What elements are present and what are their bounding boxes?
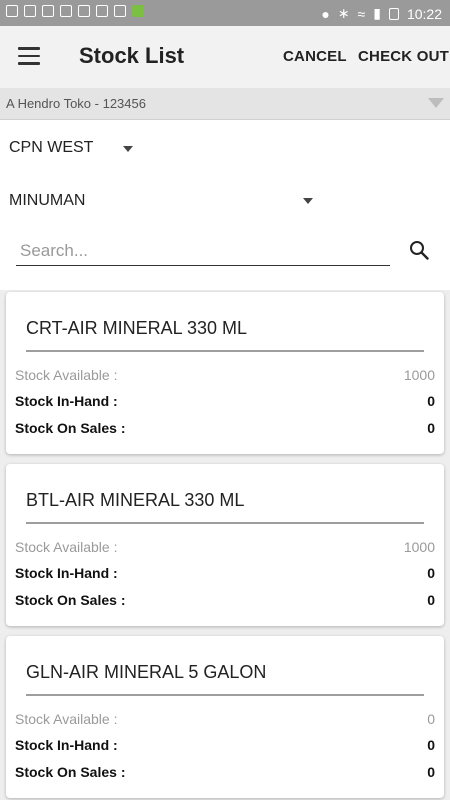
stock-available-value: 1000 bbox=[403, 539, 435, 555]
product-name: CRT-AIR MINERAL 330 ML bbox=[26, 318, 248, 338]
signal-icon: ▮ bbox=[373, 5, 381, 21]
notification-icons bbox=[6, 5, 144, 17]
app-notification-icon bbox=[132, 5, 144, 17]
divider bbox=[26, 694, 424, 696]
divider bbox=[26, 522, 424, 524]
region-dropdown[interactable]: CPN WEST bbox=[9, 139, 93, 157]
search-icon[interactable] bbox=[409, 240, 429, 260]
stock-in-hand-value: 0 bbox=[427, 737, 435, 753]
notification-icon bbox=[96, 5, 108, 17]
bluetooth-icon: ∗ bbox=[337, 5, 350, 21]
wifi-icon: ≈ bbox=[357, 5, 366, 22]
stock-on-sales-value: 0 bbox=[427, 592, 435, 608]
status-bar: ● ∗ ≈ ▮ 10:22 bbox=[0, 0, 450, 26]
stock-available-value: 0 bbox=[427, 711, 435, 727]
stock-in-hand-label: Stock In-Hand : bbox=[15, 393, 118, 409]
stock-on-sales-value: 0 bbox=[427, 420, 435, 436]
stock-in-hand-value: 0 bbox=[427, 565, 435, 581]
chevron-down-icon[interactable] bbox=[303, 198, 313, 204]
product-name: BTL-AIR MINERAL 330 ML bbox=[26, 490, 245, 510]
stock-in-hand-label: Stock In-Hand : bbox=[15, 737, 118, 753]
filter-panel: CPN WEST MINUMAN bbox=[0, 120, 450, 290]
notification-icon bbox=[60, 5, 72, 17]
area-dropdown[interactable]: MINUMAN bbox=[9, 192, 85, 210]
store-name: A Hendro Toko - 123456 bbox=[6, 96, 146, 111]
stock-on-sales-label: Stock On Sales : bbox=[15, 592, 126, 608]
app-bar: Stock List CANCEL CHECK OUT bbox=[0, 26, 450, 88]
stock-in-hand-value: 0 bbox=[427, 393, 435, 409]
notification-icon bbox=[42, 5, 54, 17]
divider bbox=[26, 350, 424, 352]
chevron-down-icon[interactable] bbox=[123, 146, 133, 152]
product-card[interactable]: CRT-AIR MINERAL 330 ML Stock Available :… bbox=[6, 292, 444, 454]
stock-in-hand-label: Stock In-Hand : bbox=[15, 565, 118, 581]
status-time: 10:22 bbox=[406, 5, 442, 22]
store-selector[interactable]: A Hendro Toko - 123456 bbox=[0, 88, 450, 120]
system-status: ● ∗ ≈ ▮ 10:22 bbox=[321, 5, 442, 22]
location-icon: ● bbox=[321, 5, 330, 22]
triangle-down-icon[interactable] bbox=[428, 98, 444, 108]
stock-on-sales-value: 0 bbox=[427, 764, 435, 780]
cancel-button[interactable]: CANCEL bbox=[283, 48, 347, 65]
stock-available-label: Stock Available : bbox=[15, 367, 118, 383]
product-card[interactable]: GLN-AIR MINERAL 5 GALON Stock Available … bbox=[6, 636, 444, 798]
notification-icon bbox=[24, 5, 36, 17]
check-out-button[interactable]: CHECK OUT bbox=[358, 48, 449, 65]
notification-icon bbox=[6, 5, 18, 17]
stock-available-value: 1000 bbox=[403, 367, 435, 383]
page-title: Stock List bbox=[79, 43, 185, 68]
search-input[interactable] bbox=[16, 236, 390, 266]
battery-icon bbox=[388, 7, 399, 20]
stock-available-label: Stock Available : bbox=[15, 711, 118, 727]
menu-icon[interactable] bbox=[18, 47, 40, 65]
notification-icon bbox=[114, 5, 126, 17]
stock-on-sales-label: Stock On Sales : bbox=[15, 420, 126, 436]
product-card[interactable]: BTL-AIR MINERAL 330 ML Stock Available :… bbox=[6, 464, 444, 626]
stock-on-sales-label: Stock On Sales : bbox=[15, 764, 126, 780]
notification-icon bbox=[78, 5, 90, 17]
stock-available-label: Stock Available : bbox=[15, 539, 118, 555]
product-name: GLN-AIR MINERAL 5 GALON bbox=[26, 662, 267, 682]
